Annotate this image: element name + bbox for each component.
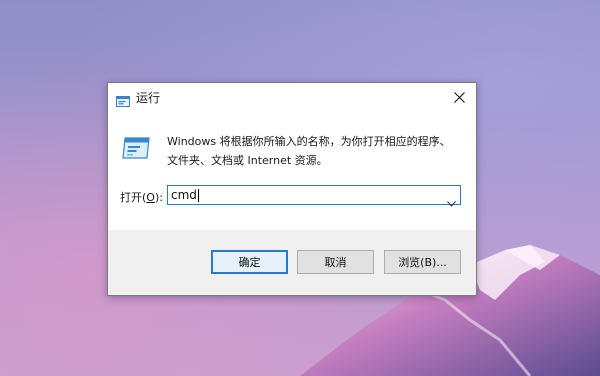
ok-button[interactable]: 确定 <box>211 250 288 274</box>
close-icon <box>453 91 465 103</box>
run-app-icon <box>122 135 152 161</box>
text-caret <box>198 189 199 202</box>
open-label-mnemonic: O <box>146 191 155 204</box>
browse-button[interactable]: 浏览(B)... <box>384 250 461 274</box>
open-label: 打开(O): <box>120 189 163 205</box>
run-command-input[interactable]: cmd <box>167 185 461 207</box>
chevron-down-icon[interactable] <box>447 192 456 207</box>
cancel-button[interactable]: 取消 <box>297 250 374 274</box>
close-button[interactable] <box>442 83 476 111</box>
title-bar[interactable]: 运行 <box>108 83 476 111</box>
dialog-title: 运行 <box>136 91 161 105</box>
open-label-suffix: ): <box>154 191 163 204</box>
run-dialog: 运行 Windows 将根据你所输入的名称，为你打开相应的程序、 文件夹、文档或… <box>107 82 477 296</box>
description-line: Windows 将根据你所输入的名称，为你打开相应的程序、 <box>167 135 451 148</box>
open-label-prefix: 打开( <box>120 191 147 204</box>
command-input-value[interactable]: cmd <box>171 188 197 202</box>
description-line: 文件夹、文档或 Internet 资源。 <box>167 154 328 167</box>
dialog-description: Windows 将根据你所输入的名称，为你打开相应的程序、 文件夹、文档或 In… <box>167 132 467 170</box>
run-app-icon <box>116 92 130 107</box>
